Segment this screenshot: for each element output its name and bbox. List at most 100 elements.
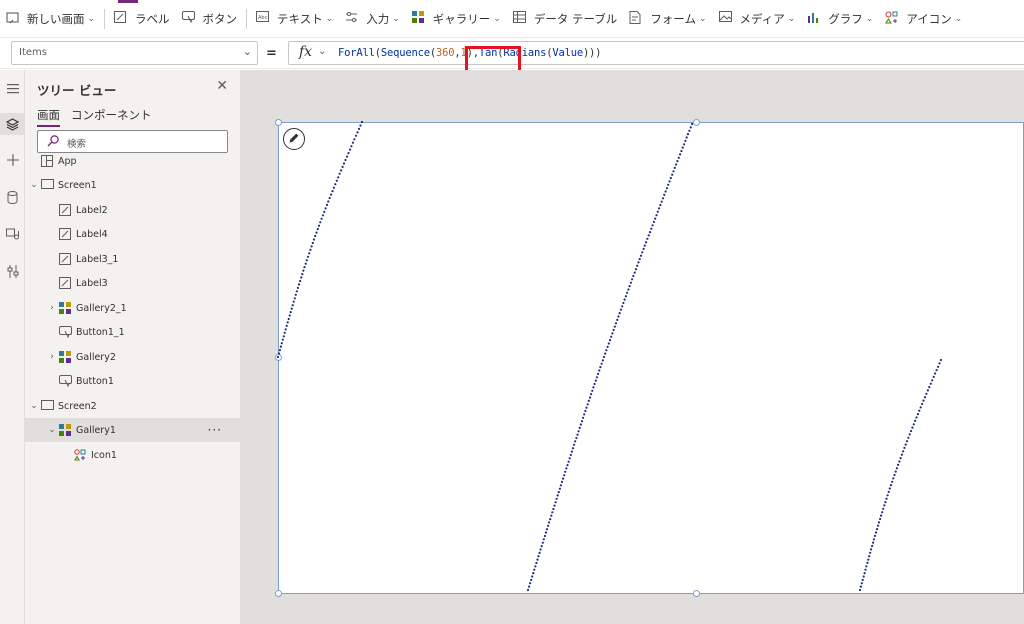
gallery-dot xyxy=(310,245,313,248)
gallery-dot xyxy=(296,286,299,289)
gallery-dot xyxy=(648,231,652,234)
gallery-dot xyxy=(641,251,644,254)
gallery-dot xyxy=(872,538,876,541)
gallery-dot xyxy=(591,389,594,392)
gallery-dot xyxy=(891,480,894,483)
gallery-dot xyxy=(286,321,289,324)
gallery-dot xyxy=(607,342,610,345)
gallery-dot xyxy=(676,160,679,163)
gallery-dot xyxy=(580,420,584,423)
gallery-dot xyxy=(597,372,600,375)
gallery-dot xyxy=(604,352,607,355)
gallery-dot xyxy=(884,501,887,504)
gallery-dot xyxy=(681,146,684,149)
gallery-dot xyxy=(914,419,917,422)
gallery-dot xyxy=(536,558,539,561)
gallery-dot xyxy=(293,297,296,300)
gallery-dot xyxy=(650,227,653,230)
gallery-dot xyxy=(554,501,557,504)
gallery-dot xyxy=(651,224,654,227)
gallery-dot xyxy=(631,278,634,281)
gallery-dot xyxy=(537,555,540,558)
gallery-dot xyxy=(870,548,873,551)
gallery-dot xyxy=(567,460,570,463)
gallery-dot xyxy=(900,453,904,456)
gallery-dot xyxy=(611,332,614,335)
gallery-dot xyxy=(583,413,586,416)
gallery-dot xyxy=(875,528,879,531)
gallery-dot xyxy=(867,558,870,561)
gallery-dot xyxy=(547,524,550,527)
gallery-dot xyxy=(622,301,625,305)
gallery-dot xyxy=(680,149,683,153)
gallery-dot xyxy=(893,473,896,477)
gallery-dot xyxy=(638,258,641,261)
gallery-dot xyxy=(344,158,347,162)
gallery-dot xyxy=(308,252,311,255)
gallery-dot xyxy=(315,231,318,234)
gallery-dot xyxy=(679,153,682,156)
gallery-dot xyxy=(338,172,341,175)
gallery-dot xyxy=(598,369,601,372)
gallery-dot xyxy=(876,524,880,527)
gallery-dot xyxy=(643,244,646,247)
gallery-dot xyxy=(683,143,686,146)
gallery-dot xyxy=(689,126,692,129)
gallery-dot xyxy=(633,271,636,274)
gallery-dot xyxy=(359,124,362,127)
gallery-dot xyxy=(899,457,902,460)
gallery-dot xyxy=(282,335,285,338)
gallery-dot xyxy=(904,443,907,446)
gallery-dot xyxy=(889,484,893,487)
gallery-dot xyxy=(291,304,294,307)
gallery-dot xyxy=(311,241,314,245)
gallery-dot xyxy=(586,403,589,406)
gallery-dot xyxy=(646,237,649,240)
gallery-dot xyxy=(864,568,867,571)
gallery-dot xyxy=(871,544,874,548)
gallery-dot xyxy=(886,494,889,497)
gallery-dot xyxy=(531,575,534,578)
gallery-dot xyxy=(292,300,295,303)
gallery-dot xyxy=(337,176,340,179)
gallery-dot xyxy=(632,274,635,278)
gallery-dot xyxy=(575,436,578,440)
gallery-dot xyxy=(663,193,666,196)
gallery-dot xyxy=(544,531,548,534)
gallery-dot xyxy=(289,311,292,314)
gallery-dot xyxy=(628,285,631,288)
gallery-dot xyxy=(568,457,571,460)
gallery-dot xyxy=(656,210,659,213)
gallery-dots xyxy=(276,120,943,592)
gallery-dot xyxy=(324,207,327,210)
gallery-dot xyxy=(543,534,547,538)
gallery-dot xyxy=(590,393,593,396)
gallery-dot xyxy=(526,588,530,592)
gallery-dot xyxy=(585,406,588,409)
gallery-dot xyxy=(348,148,352,151)
gallery-dot xyxy=(541,541,544,544)
gallery-dot xyxy=(673,166,676,169)
gallery-dot xyxy=(636,264,639,267)
gallery-dot xyxy=(862,575,865,578)
gallery-dot xyxy=(655,214,658,217)
gallery-dot xyxy=(351,141,354,144)
gallery-dot xyxy=(558,487,562,490)
gallery-dot xyxy=(534,565,537,568)
gallery-dot xyxy=(928,386,931,389)
gallery-dot xyxy=(559,484,563,487)
gallery-dot xyxy=(661,197,665,200)
gallery-dot xyxy=(320,217,323,220)
gallery-dot xyxy=(902,450,905,453)
gallery-dot xyxy=(341,165,344,168)
gallery-dot xyxy=(612,328,615,332)
gallery-dot xyxy=(688,129,691,132)
gallery-dot xyxy=(334,183,337,186)
gallery-dot xyxy=(873,534,877,538)
gallery-dot xyxy=(922,399,925,402)
gallery-dot xyxy=(926,389,930,392)
gallery-dot xyxy=(863,572,866,575)
gallery-dot xyxy=(577,430,580,433)
gallery-dot xyxy=(328,196,331,200)
gallery-dot xyxy=(335,179,338,182)
